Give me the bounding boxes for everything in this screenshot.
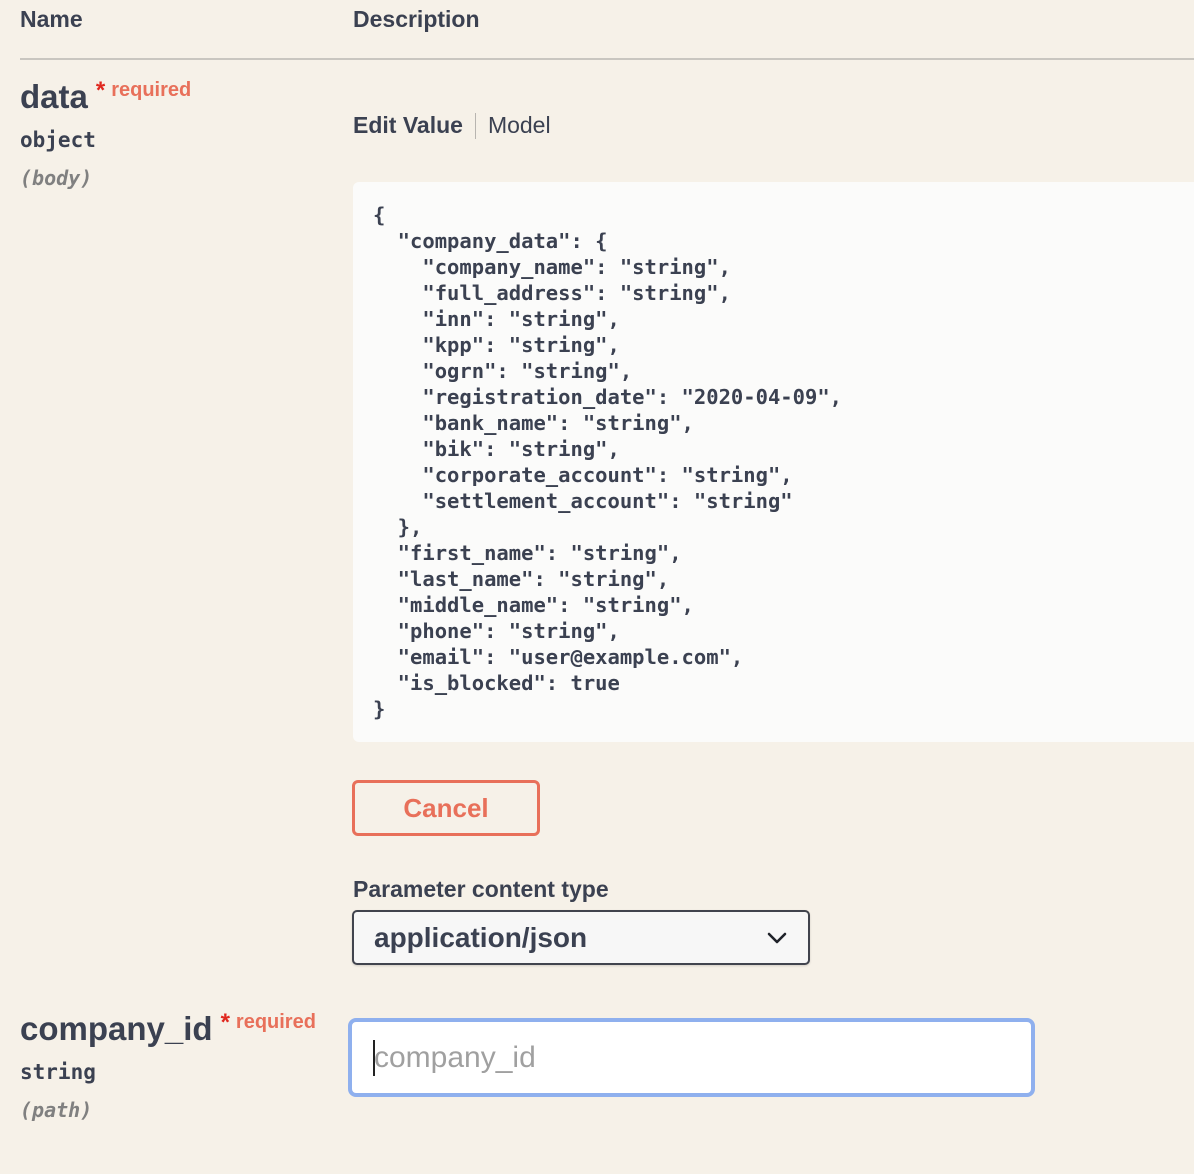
chevron-down-icon — [766, 927, 788, 949]
param-type-data: object — [20, 128, 96, 152]
tab-separator — [474, 112, 476, 139]
param-name-text: data — [20, 78, 88, 115]
param-name-company-id: company_id * required — [20, 1009, 316, 1048]
param-type-company-id: string — [20, 1060, 96, 1084]
tab-edit-value[interactable]: Edit Value — [353, 112, 463, 139]
text-caret — [373, 1040, 375, 1076]
required-label: required — [235, 1011, 316, 1033]
content-type-selected: application/json — [374, 921, 588, 953]
content-type-label: Parameter content type — [353, 876, 609, 902]
body-json-text[interactable]: { "company_data": { "company_name": "str… — [353, 182, 1194, 722]
required-star: * — [95, 77, 106, 104]
company-id-input[interactable] — [348, 1018, 1035, 1097]
required-star: * — [220, 1009, 230, 1036]
param-in-data: (body) — [20, 166, 93, 190]
param-in-company-id: (path) — [20, 1098, 93, 1122]
cancel-button[interactable]: Cancel — [352, 780, 540, 836]
header-divider — [20, 58, 1194, 60]
name-column-header: Name — [20, 6, 83, 32]
required-label: required — [111, 79, 192, 101]
body-tabs: Edit Value Model — [353, 112, 551, 139]
body-editor[interactable]: { "company_data": { "company_name": "str… — [353, 182, 1194, 742]
content-type-select[interactable]: application/json — [352, 910, 810, 965]
tab-model[interactable]: Model — [488, 112, 551, 139]
param-name-data: data * required — [20, 77, 192, 116]
param-name-text: company_id — [20, 1010, 213, 1047]
description-column-header: Description — [353, 6, 480, 32]
